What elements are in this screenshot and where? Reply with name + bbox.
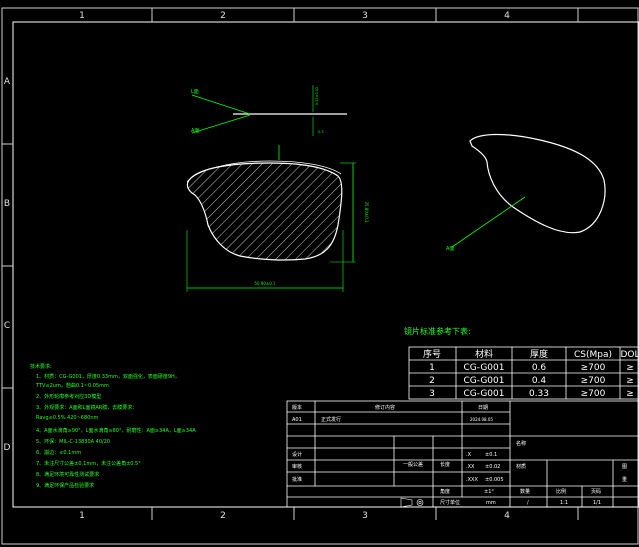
params-header: CS(Mpa) <box>574 350 612 360</box>
leader-a-face <box>191 114 251 134</box>
params-cell: 1 <box>429 363 435 373</box>
height-dim-text: 35.80±0.1 <box>364 201 369 223</box>
params-cell: ≥700 <box>581 376 606 386</box>
design-label: 设计 <box>292 451 302 458</box>
unit-label: 尺寸单位 <box>440 499 460 506</box>
tech-item: 2、外形轮廓参考对应3D模型 <box>36 393 101 400</box>
tech-item: 3、外观要求：A面和L面镜AR膜，去膜要求： <box>36 404 137 411</box>
name-label: 名称 <box>516 440 526 447</box>
qty-label: 数量 <box>520 488 530 495</box>
offset-dim-text: 0.3 <box>318 130 324 134</box>
params-header: DOL <box>620 350 639 360</box>
angle-tol: ±1° <box>484 489 494 495</box>
zone-col-3-bottom: 3 <box>362 511 368 521</box>
drawing-sheet: 1 2 3 4 1 2 3 4 A B C D 35.80±0.1 50.90±… <box>1 7 639 545</box>
tech-item: 6、崩边：≤0.1mm <box>36 449 81 456</box>
tech-item: 4、A面水滴角≥90°，L面水滴角≥80°，耐磨性：A面≥34A，L面≥34A <box>36 427 196 434</box>
zone-col-4-bottom: 4 <box>504 511 510 521</box>
iso-leader <box>451 196 526 248</box>
params-cell: ≥ <box>626 363 634 373</box>
params-cell: 0.4 <box>532 376 547 386</box>
tol-xx: .XX <box>466 464 475 470</box>
angle-label: 角度 <box>440 488 450 495</box>
params-cell: CG-G001 <box>464 376 505 386</box>
tol-x: .X <box>466 452 472 458</box>
tol-x-val: ±0.1 <box>485 452 497 458</box>
rev-cell: 2024.08.05 <box>470 417 493 422</box>
a-face-label: A面 <box>191 128 199 134</box>
thickness-dim-text: 0.33±0.02 <box>315 87 319 106</box>
zone-row-d: D <box>4 443 11 453</box>
inner-frame <box>12 21 639 508</box>
lens-iso-view: A面 <box>446 133 606 252</box>
lens-front-view: 35.80±0.1 50.90±0.1 <box>186 145 369 292</box>
tech-item: TTV≤2um，翘曲0.1~0.05mm <box>35 382 109 389</box>
rev-cell: 正式发行 <box>321 416 341 423</box>
lens-outline <box>186 162 343 261</box>
material-label: 材质 <box>516 463 526 470</box>
zone-col-1-bottom: 1 <box>79 511 85 521</box>
unit-value: mm <box>486 500 496 506</box>
rev-cell: A01 <box>292 417 302 423</box>
tech-item: 1、材质：CG-G001，厚度0.33mm，双面强化，表面硬度9H， <box>36 373 180 380</box>
params-cell: ≥ <box>626 389 634 399</box>
general-tol-label: 一般公差 <box>403 461 423 468</box>
rev-header: 修订内容 <box>375 404 395 411</box>
scale-value: 1:1 <box>560 500 568 506</box>
sheet-label: 页码 <box>591 488 601 495</box>
iso-a-face-label: A面 <box>446 246 454 252</box>
params-header: 厚度 <box>530 348 548 360</box>
rev-header: 版本 <box>292 404 302 411</box>
params-cell: CG-G001 <box>464 389 505 399</box>
params-cell: 2 <box>429 376 435 386</box>
params-cell: ≥700 <box>581 363 606 373</box>
zone-row-a: A <box>4 77 11 87</box>
params-table: 镜片标准参考下表: 序号 材料 厚度 CS(Mpa) DOL 1 CG-G001… <box>404 326 639 400</box>
check-label: 审核 <box>292 463 302 470</box>
zone-row-c: C <box>4 321 10 331</box>
params-cell: CG-G001 <box>464 363 505 373</box>
zone-col-2-bottom: 2 <box>220 511 226 521</box>
tech-item: 9、满足环保产品检验要求 <box>36 482 94 489</box>
params-cell: ≥700 <box>581 389 606 399</box>
params-cell: 3 <box>429 389 435 399</box>
tech-title: 技术要求: <box>30 363 52 370</box>
tol-xx-val: ±0.02 <box>485 464 500 470</box>
drawing-no-label: 图 <box>622 464 627 470</box>
tol-xxx: .XXX <box>466 477 478 483</box>
tech-item: 8、满足环境可靠性测试要求 <box>36 471 99 478</box>
zone-col-4: 4 <box>504 11 510 21</box>
length-label: 长度 <box>440 461 450 468</box>
zone-col-2: 2 <box>220 11 226 21</box>
review-label: 批准 <box>292 476 302 483</box>
zone-col-1: 1 <box>79 11 85 21</box>
zone-col-3: 3 <box>362 11 368 21</box>
qty-value: / <box>527 500 529 506</box>
params-cell: ≥ <box>626 376 634 386</box>
projection-symbol-icon <box>400 497 424 508</box>
rev-header: 日期 <box>478 405 488 411</box>
params-header: 材料 <box>475 348 493 360</box>
l-face-label: L面 <box>191 89 199 95</box>
tech-item: Ravg≤0.5% 420~680nm <box>36 415 98 421</box>
sheet-value: 1/1 <box>593 500 601 506</box>
params-table-title: 镜片标准参考下表: <box>404 326 471 336</box>
zone-row-b: B <box>4 199 10 209</box>
iso-outline <box>469 133 606 234</box>
title-block: 版本 修订内容 日期 A01 正式发行 2024.08.05 设计 审核 批准 … <box>286 400 639 508</box>
params-cell: 0.33 <box>529 389 549 399</box>
params-header: 序号 <box>423 348 441 360</box>
scale-label: 比例 <box>556 488 566 495</box>
tech-requirements: 技术要求: 1、材质：CG-G001，厚度0.33mm，双面强化，表面硬度9H，… <box>30 363 196 489</box>
misc-label: 重 <box>622 476 627 483</box>
tech-item: 7、未注尺寸公差±0.1mm，未注公差角±0.5° <box>36 460 141 467</box>
width-dim-text: 50.90±0.1 <box>254 281 276 286</box>
thickness-section: L面 A面 0.33±0.02 0.3 <box>191 85 347 136</box>
leader-l-face <box>191 94 251 115</box>
tol-xxx-val: ±0.005 <box>485 477 504 483</box>
params-cell: 0.6 <box>532 363 547 373</box>
tech-item: 5、环保：MIL-C-13830A 40/20 <box>36 438 110 445</box>
